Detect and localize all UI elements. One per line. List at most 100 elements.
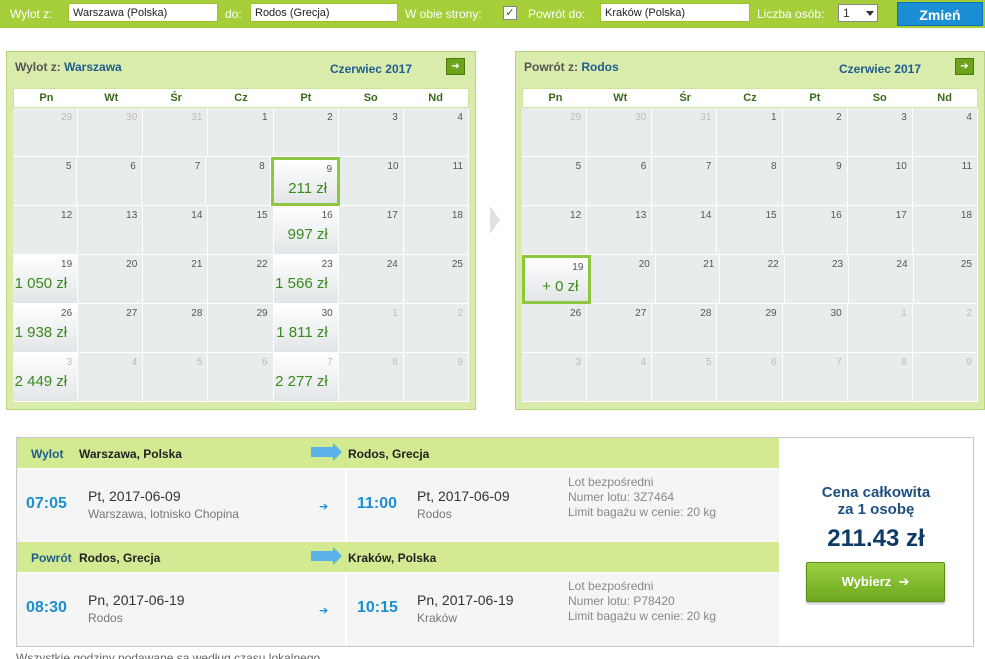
calendar-day: 3	[338, 108, 404, 157]
day-number: 15	[256, 210, 268, 221]
day-number: 25	[451, 259, 463, 270]
persons-label: Liczba osób:	[757, 7, 825, 21]
calendar-month: Czerwiec 2017	[838, 62, 921, 76]
weekday-header: Pn Wt Śr Cz Pt So Nd	[13, 88, 469, 108]
return-input[interactable]: Kraków (Polska)	[600, 3, 750, 22]
calendar-day: 23	[784, 255, 850, 304]
total-price: 211.43 zł	[827, 525, 925, 552]
persons-select[interactable]: 1	[838, 4, 878, 22]
calendar-day: 9	[912, 353, 978, 402]
calendar-day: 6	[717, 353, 783, 402]
calendar-day[interactable]: 19 + 0 zł	[522, 255, 592, 304]
day-number: 17	[386, 210, 398, 221]
arrival-date: Pt, 2017-06-09	[417, 488, 510, 504]
day-number: 21	[703, 259, 715, 270]
calendar-day: 30	[78, 108, 144, 157]
day-number: 5	[65, 161, 72, 172]
calendar-day: 8	[847, 353, 913, 402]
calendar-day: 5	[522, 157, 588, 206]
day-price: + 0 zł	[542, 278, 579, 295]
day-number: 26	[61, 308, 73, 319]
roundtrip-checkbox[interactable]: ✓	[503, 6, 517, 20]
day-number: 19	[572, 262, 584, 273]
calendar-day[interactable]: 30 1 811 zł	[273, 304, 339, 353]
persons-value: 1	[843, 6, 850, 20]
calendar-day: 18	[912, 206, 978, 255]
leg-label: Powrót	[31, 551, 72, 565]
day-number: 28	[700, 308, 712, 319]
from-input[interactable]: Warszawa (Polska)	[68, 3, 218, 22]
day-price: 2 277 zł	[275, 373, 328, 390]
departure-day: Pn,	[88, 592, 110, 608]
calendar-day[interactable]: 16 997 zł	[273, 206, 339, 255]
day-number: 25	[960, 259, 972, 270]
arrow-right-icon	[311, 443, 342, 461]
departure-date-value: 2017-06-09	[109, 488, 181, 504]
to-input[interactable]: Rodos (Grecja)	[250, 3, 398, 22]
chevron-right-icon	[490, 206, 500, 234]
day-number: 21	[191, 259, 203, 270]
flight-type: Lot bezpośredni	[568, 475, 654, 489]
calendar-day: 30	[782, 304, 848, 353]
arrival-date-value: 2017-06-19	[441, 592, 514, 608]
divider	[345, 469, 347, 542]
calendar-day: 2	[273, 108, 339, 157]
day-number: 24	[386, 259, 398, 270]
weekday-label: Śr	[679, 92, 691, 104]
next-month-arrow-icon[interactable]: ➔	[955, 58, 974, 75]
calendar-day[interactable]: 26 1 938 zł	[13, 304, 79, 353]
outbound-leg-header: Wylot Warszawa, Polska Rodos, Grecja	[17, 438, 779, 468]
departure-time: 08:30	[26, 599, 67, 616]
day-number: 30	[830, 308, 842, 319]
calendar-day: 29	[13, 108, 79, 157]
calendar-day: 4	[587, 353, 653, 402]
calendar-day[interactable]: 3 2 449 zł	[13, 353, 79, 402]
weekday-label: Nd	[428, 92, 443, 104]
day-number: 1	[262, 112, 268, 123]
day-price: 1 050 zł	[14, 275, 68, 292]
next-month-arrow-icon[interactable]: ➔	[446, 58, 465, 75]
day-number: 6	[771, 357, 777, 368]
calendar-day[interactable]: 7 2 277 zł	[273, 353, 339, 402]
calendar-week: 26 1 938 zł 27 28 29 30 1 811 zł 1 2	[13, 304, 469, 353]
day-number: 2	[966, 308, 972, 319]
select-button-label: Wybierz	[841, 574, 892, 589]
flight-type: Lot bezpośredni	[568, 579, 654, 593]
calendar-week: 19 1 050 zł 20 21 22 23 1 566 zł 24 25	[13, 255, 469, 304]
calendar-day[interactable]: 23 1 566 zł	[273, 255, 339, 304]
day-number: 30	[635, 112, 647, 123]
flight-legs: Wylot Warszawa, Polska Rodos, Grecja 07:…	[17, 438, 779, 646]
calendar-day: 25	[913, 255, 978, 304]
calendar-day: 3	[847, 108, 913, 157]
calendar-day: 11	[912, 157, 978, 206]
calendar-day: 9	[782, 157, 848, 206]
calendar-day: 1	[847, 304, 913, 353]
calendar-day: 12	[522, 206, 588, 255]
day-number: 31	[191, 112, 203, 123]
select-button[interactable]: Wybierz ➔	[806, 562, 945, 602]
calendar-day: 13	[587, 206, 653, 255]
day-number: 2	[836, 112, 842, 123]
day-number: 1	[901, 308, 907, 319]
day-number: 4	[966, 112, 972, 123]
from-label: Wylot z:	[10, 7, 53, 21]
weekday-label: Śr	[170, 92, 182, 104]
flight-number: Numer lotu: P78420	[568, 594, 675, 608]
change-button[interactable]: Zmień	[897, 2, 983, 26]
weekday-label: Cz	[743, 92, 757, 104]
calendar-week: 19 + 0 zł 20 21 22 23 24 25	[522, 255, 978, 304]
calendar-day[interactable]: 19 1 050 zł	[13, 255, 79, 304]
weekday-label: Pn	[548, 92, 563, 104]
day-number: 9	[457, 357, 463, 368]
day-number: 5	[575, 161, 582, 172]
day-number: 30	[321, 308, 333, 319]
arrival-day: Pt,	[417, 488, 435, 504]
day-number: 8	[771, 161, 777, 172]
return-label: Powrót do:	[528, 7, 586, 21]
calendar-day[interactable]: 9 211 zł	[270, 157, 341, 206]
day-number: 23	[321, 259, 333, 270]
day-number: 8	[392, 357, 398, 368]
day-number: 29	[256, 308, 268, 319]
calendar-day: 8	[717, 157, 783, 206]
day-price: 1 938 zł	[14, 324, 68, 341]
